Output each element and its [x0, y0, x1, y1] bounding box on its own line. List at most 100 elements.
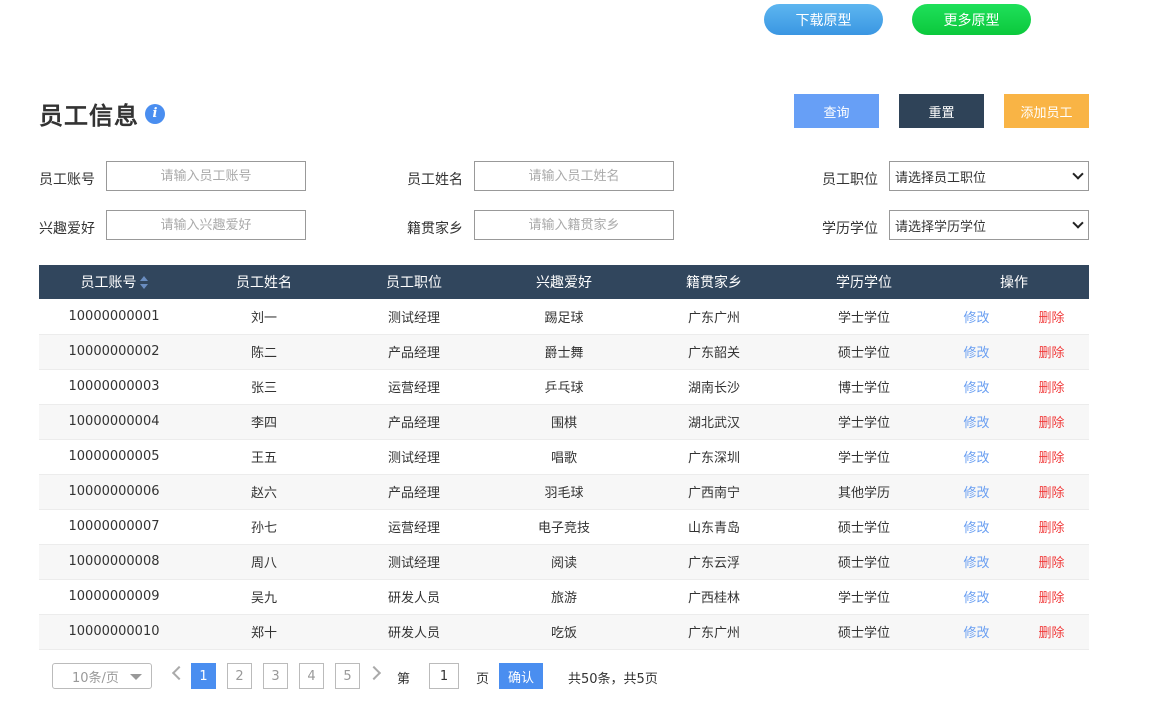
delete-link[interactable]: 删除	[1014, 474, 1089, 509]
hometown-label: 籍贯家乡	[407, 221, 463, 237]
edit-link[interactable]: 修改	[939, 299, 1014, 334]
edit-link[interactable]: 修改	[939, 439, 1014, 474]
delete-link[interactable]: 删除	[1014, 579, 1089, 614]
cell-position: 测试经理	[387, 451, 440, 466]
name-input[interactable]	[474, 161, 674, 191]
cell-name: 郑十	[250, 626, 277, 641]
cell-name: 周八	[250, 556, 277, 571]
page-button-1[interactable]: 1	[191, 663, 216, 689]
position-select-value: 请选择员工职位	[895, 170, 987, 186]
cell-degree: 学士学位	[837, 310, 890, 326]
cell-name: 李四	[250, 416, 277, 431]
delete-link[interactable]: 删除	[1014, 299, 1089, 334]
download-prototype-button[interactable]: 下载原型	[764, 4, 883, 35]
column-header-account[interactable]: 员工账号	[39, 265, 189, 299]
cell-position: 产品经理	[387, 416, 440, 431]
table-row: 10000000005 王五 测试经理 唱歌 广东深圳 学士学位 修改 删除	[39, 439, 1089, 474]
account-input[interactable]	[106, 161, 306, 191]
table-row: 10000000002 陈二 产品经理 爵士舞 广东韶关 硕士学位 修改 删除	[39, 334, 1089, 369]
cell-degree: 硕士学位	[837, 626, 890, 641]
goto-suffix: 页	[476, 672, 490, 687]
edit-link[interactable]: 修改	[939, 509, 1014, 544]
cell-account: 10000000010	[68, 624, 160, 639]
cell-degree: 学士学位	[837, 451, 890, 466]
edit-link[interactable]: 修改	[939, 369, 1014, 404]
caret-down-icon	[130, 674, 142, 680]
account-label: 员工账号	[39, 172, 95, 188]
table-row: 10000000007 孙七 运营经理 电子竞技 山东青岛 硕士学位 修改 删除	[39, 509, 1089, 544]
delete-link[interactable]: 删除	[1014, 439, 1089, 474]
edit-link[interactable]: 修改	[939, 579, 1014, 614]
cell-degree: 其他学历	[837, 486, 890, 501]
cell-degree: 硕士学位	[837, 556, 890, 571]
prev-page-icon[interactable]	[171, 665, 187, 681]
column-header-degree: 学历学位	[836, 275, 892, 291]
page-button-2[interactable]: 2	[227, 663, 252, 689]
goto-confirm-button[interactable]: 确认	[499, 663, 543, 689]
page-button-4[interactable]: 4	[299, 663, 324, 689]
cell-name: 吴九	[250, 591, 277, 606]
hobby-input[interactable]	[106, 210, 306, 240]
more-prototypes-button[interactable]: 更多原型	[912, 4, 1031, 35]
cell-degree: 硕士学位	[837, 521, 890, 536]
cell-degree: 学士学位	[837, 416, 890, 431]
page-size-value: 10条/页	[72, 670, 119, 686]
delete-link[interactable]: 删除	[1014, 614, 1089, 649]
cell-name: 王五	[250, 451, 277, 466]
cell-account: 10000000002	[68, 344, 160, 359]
edit-link[interactable]: 修改	[939, 474, 1014, 509]
degree-select-value: 请选择学历学位	[895, 219, 987, 235]
cell-account: 10000000001	[68, 308, 160, 324]
cell-account: 10000000005	[68, 449, 160, 464]
cell-account: 10000000009	[68, 589, 160, 604]
page-button-3[interactable]: 3	[263, 663, 288, 689]
cell-hometown: 广东广州	[687, 626, 740, 641]
table-row: 10000000008 周八 测试经理 阅读 广东云浮 硕士学位 修改 删除	[39, 544, 1089, 579]
page-title: 员工信息	[39, 102, 139, 130]
edit-link[interactable]: 修改	[939, 334, 1014, 369]
employee-table: 员工账号 员工姓名 员工职位 兴趣爱好 籍贯家乡 学历学位 操作 1000000…	[39, 265, 1089, 650]
position-select[interactable]: 请选择员工职位	[889, 161, 1089, 191]
cell-hobby: 阅读	[550, 556, 577, 571]
column-header-hobby: 兴趣爱好	[536, 275, 592, 291]
delete-link[interactable]: 删除	[1014, 509, 1089, 544]
cell-name: 孙七	[250, 521, 277, 536]
delete-link[interactable]: 删除	[1014, 334, 1089, 369]
table-header-row: 员工账号 员工姓名 员工职位 兴趣爱好 籍贯家乡 学历学位 操作	[39, 265, 1089, 299]
cell-hometown: 湖南长沙	[687, 381, 740, 396]
cell-position: 运营经理	[387, 381, 440, 396]
add-employee-button[interactable]: 添加员工	[1004, 94, 1089, 128]
cell-account: 10000000008	[68, 554, 160, 569]
cell-position: 研发人员	[387, 626, 440, 641]
cell-hometown: 广东广州	[687, 310, 740, 326]
chevron-down-icon	[1072, 168, 1084, 180]
reset-button[interactable]: 重置	[899, 94, 984, 128]
page-title-group: 员工信息 i	[39, 96, 165, 131]
next-page-icon[interactable]	[366, 665, 382, 681]
edit-link[interactable]: 修改	[939, 614, 1014, 649]
cell-hobby: 羽毛球	[544, 486, 584, 501]
cell-position: 产品经理	[387, 486, 440, 501]
delete-link[interactable]: 删除	[1014, 404, 1089, 439]
pagination-summary: 共50条，共5页	[568, 672, 658, 687]
info-icon[interactable]: i	[145, 103, 165, 124]
delete-link[interactable]: 删除	[1014, 369, 1089, 404]
goto-page-input[interactable]: 1	[429, 663, 459, 689]
column-header-hometown: 籍贯家乡	[686, 275, 742, 291]
page-size-select[interactable]: 10条/页	[52, 663, 152, 689]
cell-hometown: 广西桂林	[687, 591, 740, 606]
delete-link[interactable]: 删除	[1014, 544, 1089, 579]
cell-account: 10000000006	[68, 484, 160, 499]
degree-select[interactable]: 请选择学历学位	[889, 210, 1089, 240]
hometown-input[interactable]	[474, 210, 674, 240]
cell-hometown: 广东云浮	[687, 556, 740, 571]
edit-link[interactable]: 修改	[939, 404, 1014, 439]
cell-hobby: 吃饭	[550, 626, 577, 641]
cell-name: 赵六	[250, 486, 277, 501]
page-button-5[interactable]: 5	[335, 663, 360, 689]
cell-hobby: 旅游	[550, 591, 577, 606]
edit-link[interactable]: 修改	[939, 544, 1014, 579]
sort-icon[interactable]	[139, 276, 148, 290]
query-button[interactable]: 查询	[794, 94, 879, 128]
cell-hobby: 唱歌	[550, 451, 577, 466]
